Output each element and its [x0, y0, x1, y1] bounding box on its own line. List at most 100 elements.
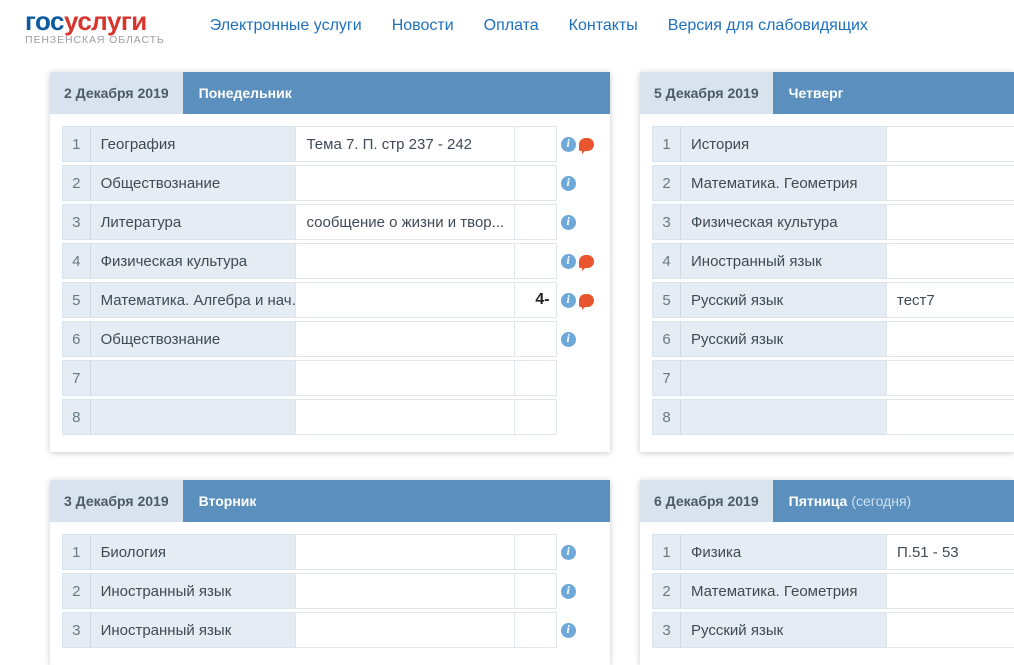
lesson-homework — [296, 321, 515, 357]
lesson-subject: Физика — [680, 534, 887, 570]
lesson-subject: Русский язык — [680, 321, 887, 357]
nav-payment[interactable]: Оплата — [484, 17, 539, 35]
lesson-grade — [515, 399, 556, 435]
comment-icon[interactable] — [579, 294, 594, 307]
schedule-grid: 2 Декабря 2019 Понедельник 1ГеографияТем… — [0, 56, 1014, 665]
lesson-homework — [296, 360, 515, 396]
lesson-number: 6 — [62, 321, 90, 357]
lesson-row: 3Иностранный язык — [62, 612, 598, 648]
day-card-tuesday: 3 Декабря 2019 Вторник 1Биология2Иностра… — [50, 480, 610, 665]
lesson-icons — [557, 243, 598, 279]
info-icon[interactable] — [561, 623, 576, 638]
day-card-header: 6 Декабря 2019 Пятница (сегодня) — [640, 480, 1014, 522]
day-date: 2 Декабря 2019 — [50, 72, 183, 114]
info-icon[interactable] — [561, 293, 576, 308]
day-date: 3 Декабря 2019 — [50, 480, 183, 522]
lesson-row: 1Биология — [62, 534, 598, 570]
info-icon[interactable] — [561, 137, 576, 152]
day-name: Четверг — [773, 72, 1014, 114]
lesson-row: 2Математика. Геометрия — [652, 573, 1014, 609]
lesson-number: 5 — [62, 282, 90, 318]
logo-text-part2: услуги — [64, 6, 147, 36]
site-logo[interactable]: госуслуги ПЕНЗЕНСКАЯ ОБЛАСТЬ — [25, 6, 165, 46]
info-icon[interactable] — [561, 176, 576, 191]
lesson-number: 2 — [652, 573, 680, 609]
nav-accessibility[interactable]: Версия для слабовидящих — [668, 17, 868, 35]
day-card-body: 1История2Математика. Геометрия3Физическа… — [640, 114, 1014, 452]
nav-news[interactable]: Новости — [392, 17, 454, 35]
lesson-grade — [515, 204, 556, 240]
lesson-row: 1История — [652, 126, 1014, 162]
main-nav: Электронные услуги Новости Оплата Контак… — [210, 17, 868, 35]
lesson-icons — [557, 534, 598, 570]
site-header: госуслуги ПЕНЗЕНСКАЯ ОБЛАСТЬ Электронные… — [0, 0, 1014, 56]
lesson-row: 2Математика. Геометрия — [652, 165, 1014, 201]
lesson-subject — [90, 399, 297, 435]
lesson-number: 8 — [652, 399, 680, 435]
info-icon[interactable] — [561, 254, 576, 269]
day-name-label: Пятница — [789, 493, 848, 509]
lesson-subject: Физическая культура — [680, 204, 887, 240]
info-icon[interactable] — [561, 332, 576, 347]
nav-eservices[interactable]: Электронные услуги — [210, 17, 362, 35]
lesson-subject: Русский язык — [680, 612, 887, 648]
lesson-row: 3Русский язык — [652, 612, 1014, 648]
lesson-subject: Русский язык — [680, 282, 887, 318]
day-card-header: 3 Декабря 2019 Вторник — [50, 480, 610, 522]
lesson-subject: Иностранный язык — [90, 612, 297, 648]
lesson-number: 6 — [652, 321, 680, 357]
lesson-subject — [90, 360, 297, 396]
lesson-row: 1ФизикаП.51 - 53 — [652, 534, 1014, 570]
comment-icon[interactable] — [579, 138, 594, 151]
lesson-homework — [887, 360, 1014, 396]
lesson-homework — [296, 282, 515, 318]
lesson-icons — [557, 612, 598, 648]
lesson-number: 2 — [62, 573, 90, 609]
lesson-number: 3 — [62, 612, 90, 648]
day-name: Понедельник — [183, 72, 610, 114]
lesson-homework — [887, 165, 1014, 201]
logo-text: госуслуги — [25, 6, 165, 37]
lesson-row: 2Иностранный язык — [62, 573, 598, 609]
day-card-body: 1ФизикаП.51 - 532Математика. Геометрия3Р… — [640, 522, 1014, 665]
lesson-row: 8 — [652, 399, 1014, 435]
lesson-subject: Физическая культура — [90, 243, 297, 279]
lesson-number: 2 — [652, 165, 680, 201]
lesson-number: 7 — [652, 360, 680, 396]
lesson-homework — [296, 612, 515, 648]
lesson-row: 8 — [62, 399, 598, 435]
lesson-grade — [515, 360, 556, 396]
lesson-number: 8 — [62, 399, 90, 435]
lesson-subject: Математика. Геометрия — [680, 573, 887, 609]
lesson-icons — [557, 399, 598, 435]
lesson-subject: Математика. Геометрия — [680, 165, 887, 201]
lesson-row: 3Физическая культура — [652, 204, 1014, 240]
lesson-subject: Математика. Алгебра и нач... — [90, 282, 297, 318]
lesson-number: 4 — [62, 243, 90, 279]
lesson-number: 4 — [652, 243, 680, 279]
lesson-subject: Иностранный язык — [680, 243, 887, 279]
lesson-homework — [296, 243, 515, 279]
lesson-grade — [515, 243, 556, 279]
lesson-icons — [557, 573, 598, 609]
schedule-col-right: 5 Декабря 2019 Четверг 1История2Математи… — [640, 72, 1014, 665]
info-icon[interactable] — [561, 215, 576, 230]
comment-icon[interactable] — [579, 255, 594, 268]
day-date: 6 Декабря 2019 — [640, 480, 773, 522]
nav-contacts[interactable]: Контакты — [569, 17, 638, 35]
lesson-homework — [887, 573, 1014, 609]
lesson-subject — [680, 399, 887, 435]
lesson-icons — [557, 165, 598, 201]
lesson-homework — [296, 534, 515, 570]
info-icon[interactable] — [561, 584, 576, 599]
lesson-homework — [887, 126, 1014, 162]
day-card-body: 1ГеографияТема 7. П. стр 237 - 2422Общес… — [50, 114, 610, 452]
lesson-number: 5 — [652, 282, 680, 318]
lesson-homework — [887, 204, 1014, 240]
lesson-number: 1 — [652, 126, 680, 162]
lesson-grade — [515, 126, 556, 162]
lesson-number: 1 — [652, 534, 680, 570]
logo-subtitle: ПЕНЗЕНСКАЯ ОБЛАСТЬ — [25, 34, 165, 46]
lesson-number: 3 — [652, 204, 680, 240]
info-icon[interactable] — [561, 545, 576, 560]
